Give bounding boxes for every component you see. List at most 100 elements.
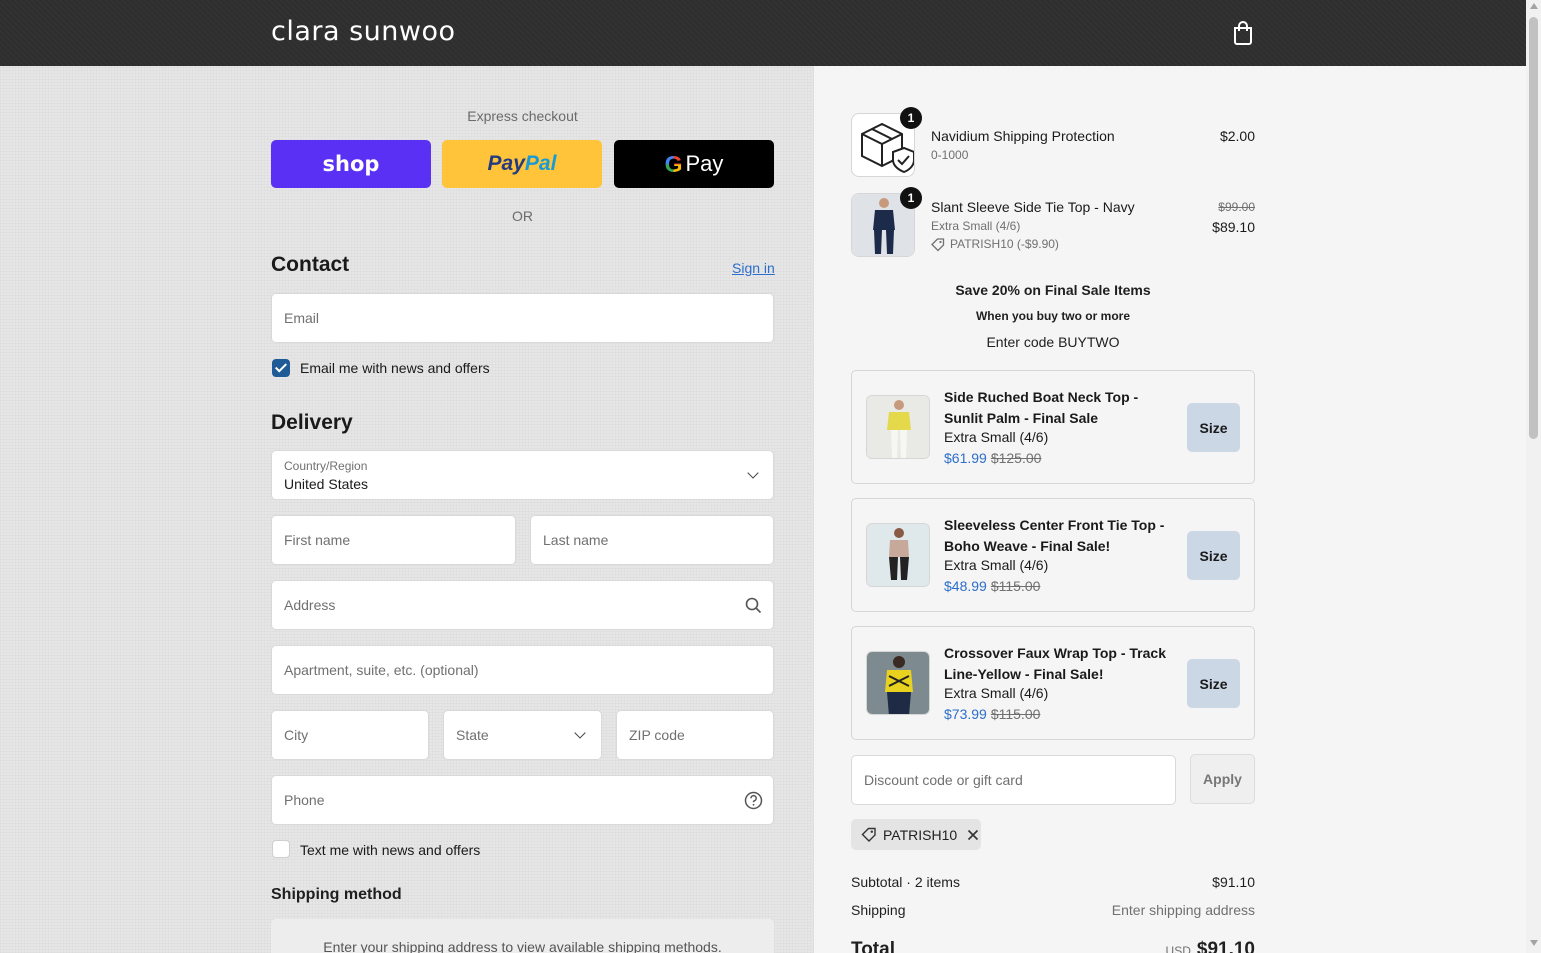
upsell-product-image	[866, 523, 930, 587]
chevron-down-icon	[574, 727, 586, 739]
upsell-size: Extra Small (4/6)	[944, 685, 1049, 701]
upsell-title: Crossover Faux Wrap Top - Track Line-Yel…	[944, 645, 1166, 682]
shipping-label: Shipping	[851, 902, 906, 918]
upsell-compare-price: $125.00	[990, 450, 1042, 466]
country-label: Country/Region	[284, 459, 368, 473]
google-pay-label: Pay	[685, 151, 724, 176]
address-placeholder: Address	[284, 597, 336, 613]
sms-optin-label: Text me with news and offers	[300, 842, 481, 858]
express-checkout-label: Express checkout	[467, 108, 578, 124]
subtotal-label: Subtotal · 2 items	[851, 874, 960, 890]
discount-tag-icon	[931, 238, 945, 252]
upsell-sale-price: $61.99	[944, 450, 987, 466]
upsell-size: Extra Small (4/6)	[944, 429, 1049, 445]
phone-field[interactable]: Phone	[271, 775, 774, 825]
upsell-size: Extra Small (4/6)	[944, 557, 1049, 573]
promo-headline: Save 20% on Final Sale Items	[955, 282, 1151, 298]
scroll-down-arrow-icon[interactable]	[1529, 940, 1538, 946]
upsell-compare-price: $115.00	[990, 578, 1041, 594]
apartment-placeholder: Apartment, suite, etc. (optional)	[284, 662, 479, 678]
email-field[interactable]: Email	[271, 293, 774, 343]
applied-discount-code: PATRISH10	[883, 826, 958, 843]
item-price: $2.00	[1219, 128, 1255, 144]
upsell-title: Side Ruched Boat Neck Top - Sunlit Palm …	[944, 389, 1139, 426]
paypal-label-a: Pay	[487, 152, 525, 175]
boho-top-photo	[867, 524, 929, 586]
shipping-row: Shipping Enter shipping address	[851, 902, 1255, 918]
scrollbar-thumb[interactable]	[1529, 17, 1538, 439]
shipping-method-heading: Shipping method	[271, 886, 402, 903]
delivery-heading: Delivery	[271, 411, 353, 434]
upsell-product-image	[866, 395, 930, 459]
contact-heading: Contact	[271, 253, 350, 276]
chevron-down-icon	[747, 467, 759, 479]
paypal-button[interactable]: Pay Pal	[442, 140, 602, 188]
remove-discount-icon[interactable]	[967, 829, 979, 841]
item-original-price: $99.00	[1218, 200, 1255, 214]
help-icon[interactable]	[744, 791, 763, 810]
shopping-bag-icon[interactable]	[1232, 21, 1254, 45]
sign-in-link[interactable]: Sign in	[732, 260, 775, 276]
size-button[interactable]: Size	[1187, 403, 1240, 452]
shop-pay-label: shop	[322, 152, 380, 176]
email-optin-checkbox[interactable]	[272, 359, 290, 377]
upsell-product-image	[866, 651, 930, 715]
total-label: Total	[851, 939, 895, 953]
upsell-card: Side Ruched Boat Neck Top - Sunlit Palm …	[851, 370, 1255, 484]
zip-placeholder: ZIP code	[629, 727, 685, 743]
zip-field[interactable]: ZIP code	[616, 710, 774, 760]
promo-code-line: Enter code BUYTWO	[986, 334, 1120, 350]
upsell-card: Sleeveless Center Front Tie Top - Boho W…	[851, 498, 1255, 612]
size-button[interactable]: Size	[1187, 531, 1240, 580]
upsell-title: Sleeveless Center Front Tie Top - Boho W…	[944, 517, 1165, 554]
item-quantity-badge: 1	[900, 107, 922, 129]
item-price: $89.10	[1212, 219, 1255, 235]
first-name-field[interactable]: First name	[271, 515, 516, 565]
item-discount: PATRISH10 (-$9.90)	[950, 237, 1059, 251]
google-g-icon: G	[664, 150, 683, 177]
top-header: clara sunwoo	[0, 0, 1526, 66]
upsell-price: $48.99 $115.00	[944, 578, 1040, 594]
yellow-wrap-top-photo	[867, 652, 929, 714]
search-icon	[745, 597, 762, 614]
item-title: Slant Sleeve Side Tie Top - Navy	[931, 199, 1135, 215]
shop-pay-button[interactable]: shop	[271, 140, 431, 188]
first-name-placeholder: First name	[284, 532, 351, 548]
applied-discount-chip: PATRISH10	[851, 819, 981, 850]
shipping-value: Enter shipping address	[1111, 902, 1255, 918]
state-select[interactable]: State	[443, 710, 602, 760]
sms-optin-checkbox[interactable]	[272, 840, 290, 858]
discount-code-field[interactable]: Discount code or gift card	[851, 755, 1176, 805]
upsell-compare-price: $115.00	[990, 706, 1041, 722]
upsell-price: $73.99 $115.00	[944, 706, 1040, 722]
item-variant: 0-1000	[931, 148, 969, 162]
paypal-label-b: Pal	[524, 152, 557, 175]
city-placeholder: City	[284, 727, 309, 743]
scroll-up-arrow-icon[interactable]	[1529, 3, 1538, 9]
size-button[interactable]: Size	[1187, 659, 1240, 708]
item-quantity-badge: 1	[900, 187, 922, 209]
upsell-sale-price: $73.99	[944, 706, 987, 722]
last-name-placeholder: Last name	[543, 532, 609, 548]
item-variant: Extra Small (4/6)	[931, 219, 1021, 233]
currency-code: USD	[1165, 944, 1191, 953]
phone-placeholder: Phone	[284, 792, 325, 808]
discount-placeholder: Discount code or gift card	[864, 772, 1023, 788]
city-field[interactable]: City	[271, 710, 429, 760]
apply-discount-button[interactable]: Apply	[1190, 754, 1255, 804]
google-pay-button[interactable]: G Pay	[614, 140, 774, 188]
apartment-field[interactable]: Apartment, suite, etc. (optional)	[271, 645, 774, 695]
or-divider: OR	[512, 208, 533, 224]
country-select[interactable]: Country/Region United States	[271, 450, 774, 500]
email-placeholder: Email	[284, 310, 320, 326]
address-field[interactable]: Address	[271, 580, 774, 630]
item-title: Navidium Shipping Protection	[931, 128, 1115, 144]
state-placeholder: State	[456, 727, 489, 743]
upsell-card: Crossover Faux Wrap Top - Track Line-Yel…	[851, 626, 1255, 740]
page-scrollbar[interactable]	[1526, 0, 1541, 953]
brand-logo[interactable]: clara sunwoo	[271, 16, 456, 47]
subtotal-row: Subtotal · 2 items $91.10	[851, 874, 1255, 890]
last-name-field[interactable]: Last name	[530, 515, 774, 565]
promo-subline: When you buy two or more	[975, 309, 1130, 323]
upsell-sale-price: $48.99	[944, 578, 987, 594]
